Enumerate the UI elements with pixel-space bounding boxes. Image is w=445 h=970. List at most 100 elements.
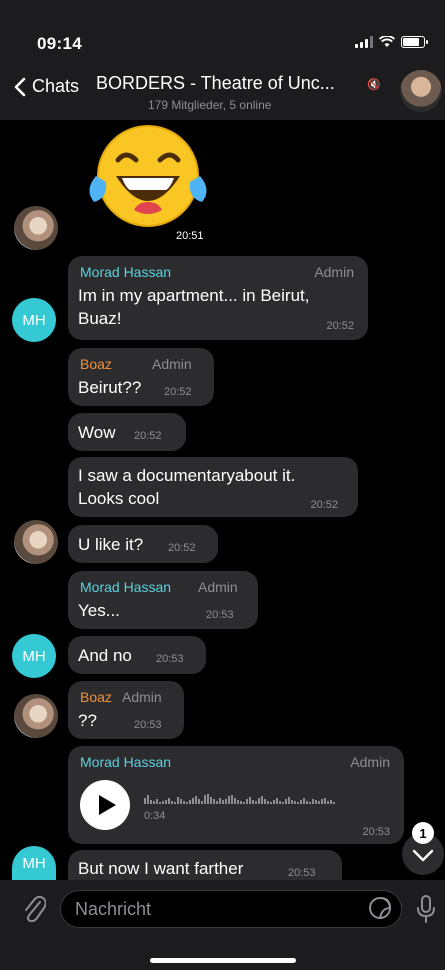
sender-name[interactable]: Boaz <box>80 356 112 372</box>
chevron-left-icon <box>14 77 26 96</box>
home-indicator[interactable] <box>150 958 296 963</box>
waveform-bar <box>213 799 215 804</box>
sender-name[interactable]: Morad Hassan <box>80 264 171 280</box>
waveform-bar <box>210 797 212 804</box>
waveform-bar <box>219 798 221 804</box>
waveform-bar <box>207 794 209 804</box>
waveform-bar <box>180 799 182 804</box>
message-bubble[interactable]: U like it? 20:52 <box>68 525 218 563</box>
unread-badge: 1 <box>412 822 434 844</box>
waveform-bar <box>327 801 329 804</box>
waveform-bar <box>201 801 203 804</box>
message-text: Im in my apartment... in Beirut, Buaz! <box>78 286 310 328</box>
message-bubble[interactable]: Boaz Admin ?? 20:53 <box>68 681 184 739</box>
voice-message-bubble[interactable]: Morad Hassan Admin 0:34 20:53 <box>68 746 404 844</box>
message-time: 20:52 <box>310 499 338 511</box>
wifi-icon <box>379 36 395 47</box>
waveform-bar <box>186 802 188 804</box>
waveform-bar <box>240 801 242 804</box>
waveform-bar <box>168 798 170 804</box>
sender-name[interactable]: Morad Hassan <box>80 754 171 770</box>
paperclip-icon[interactable] <box>22 894 46 922</box>
message-time: 20:53 <box>156 653 184 665</box>
back-button[interactable]: Chats <box>14 76 79 97</box>
waveform-bar <box>153 801 155 804</box>
status-icons <box>355 36 428 48</box>
avatar-morad[interactable]: MH <box>12 298 56 342</box>
waveform-bar <box>318 801 320 804</box>
message-bubble[interactable]: Wow 20:52 <box>68 413 186 451</box>
waveform-bar <box>249 797 251 804</box>
waveform-bar <box>288 797 290 804</box>
voice-waveform[interactable] <box>144 790 335 804</box>
emoji-message[interactable] <box>82 118 210 236</box>
admin-badge: Admin <box>314 264 354 280</box>
waveform-bar <box>243 802 245 804</box>
message-text: But now I want farther <box>78 859 244 878</box>
waveform-bar <box>198 799 200 804</box>
waveform-bar <box>282 802 284 804</box>
waveform-bar <box>177 797 179 804</box>
waveform-bar <box>216 801 218 804</box>
avatar-boaz[interactable] <box>14 206 58 250</box>
waveform-bar <box>276 798 278 804</box>
message-input[interactable] <box>60 890 402 928</box>
message-time: 20:53 <box>288 867 316 879</box>
message-time: 20:52 <box>164 386 192 398</box>
waveform-bar <box>312 799 314 804</box>
waveform-bar <box>333 802 335 804</box>
message-text: Yes... <box>78 601 120 620</box>
sticker-icon[interactable] <box>368 896 392 920</box>
waveform-bar <box>183 801 185 804</box>
message-text: U like it? <box>78 535 144 554</box>
waveform-bar <box>237 800 239 804</box>
admin-badge: Admin <box>152 356 192 372</box>
sender-name[interactable]: Morad Hassan <box>80 579 171 595</box>
member-count: 179 Mitglieder, 5 online <box>148 98 272 112</box>
avatar-morad[interactable]: MH <box>12 846 56 880</box>
message-time: 20:53 <box>134 719 162 731</box>
group-avatar[interactable] <box>400 70 442 112</box>
waveform-bar <box>228 796 230 804</box>
admin-badge: Admin <box>198 579 238 595</box>
waveform-bar <box>306 801 308 804</box>
avatar-boaz[interactable] <box>14 520 58 564</box>
waveform-bar <box>150 800 152 804</box>
waveform-bar <box>225 799 227 804</box>
message-bubble[interactable]: I saw a documentaryabout it. Looks cool … <box>68 457 358 517</box>
waveform-bar <box>273 800 275 804</box>
waveform-bar <box>303 798 305 804</box>
avatar-boaz[interactable] <box>14 694 58 738</box>
waveform-bar <box>144 798 146 804</box>
waveform-bar <box>309 802 311 804</box>
chat-header: 09:14 Chats BORDERS - Theatre of Unc... … <box>0 0 445 120</box>
message-time: 20:53 <box>362 826 390 838</box>
waveform-bar <box>285 799 287 804</box>
input-bar <box>0 880 445 970</box>
waveform-bar <box>321 799 323 804</box>
message-bubble[interactable]: Boaz Admin Beirut?? 20:52 <box>68 348 214 406</box>
message-bubble[interactable]: And no 20:53 <box>68 636 206 674</box>
signal-icon <box>355 36 373 48</box>
waveform-bar <box>189 800 191 804</box>
waveform-bar <box>156 799 158 804</box>
back-label: Chats <box>32 76 80 96</box>
message-text: I saw a documentaryabout it. Looks cool <box>78 466 296 508</box>
play-button[interactable] <box>80 780 130 830</box>
avatar-morad[interactable]: MH <box>12 634 56 678</box>
message-bubble[interactable]: Morad Hassan Admin Yes... 20:53 <box>68 571 258 629</box>
sender-name[interactable]: Boaz <box>80 689 112 705</box>
waveform-bar <box>147 795 149 804</box>
waveform-bar <box>231 795 233 804</box>
message-text: ?? <box>78 711 97 730</box>
status-time: 09:14 <box>37 34 82 53</box>
message-bubble[interactable]: Morad Hassan Admin Im in my apartment...… <box>68 256 368 340</box>
waveform-bar <box>174 802 176 804</box>
waveform-bar <box>294 801 296 804</box>
waveform-bar <box>264 799 266 804</box>
admin-badge: Admin <box>350 754 390 770</box>
chat-title[interactable]: BORDERS - Theatre of Unc... <box>96 73 386 94</box>
waveform-bar <box>267 801 269 804</box>
laughing-emoji <box>89 125 207 227</box>
microphone-icon[interactable] <box>416 894 436 924</box>
